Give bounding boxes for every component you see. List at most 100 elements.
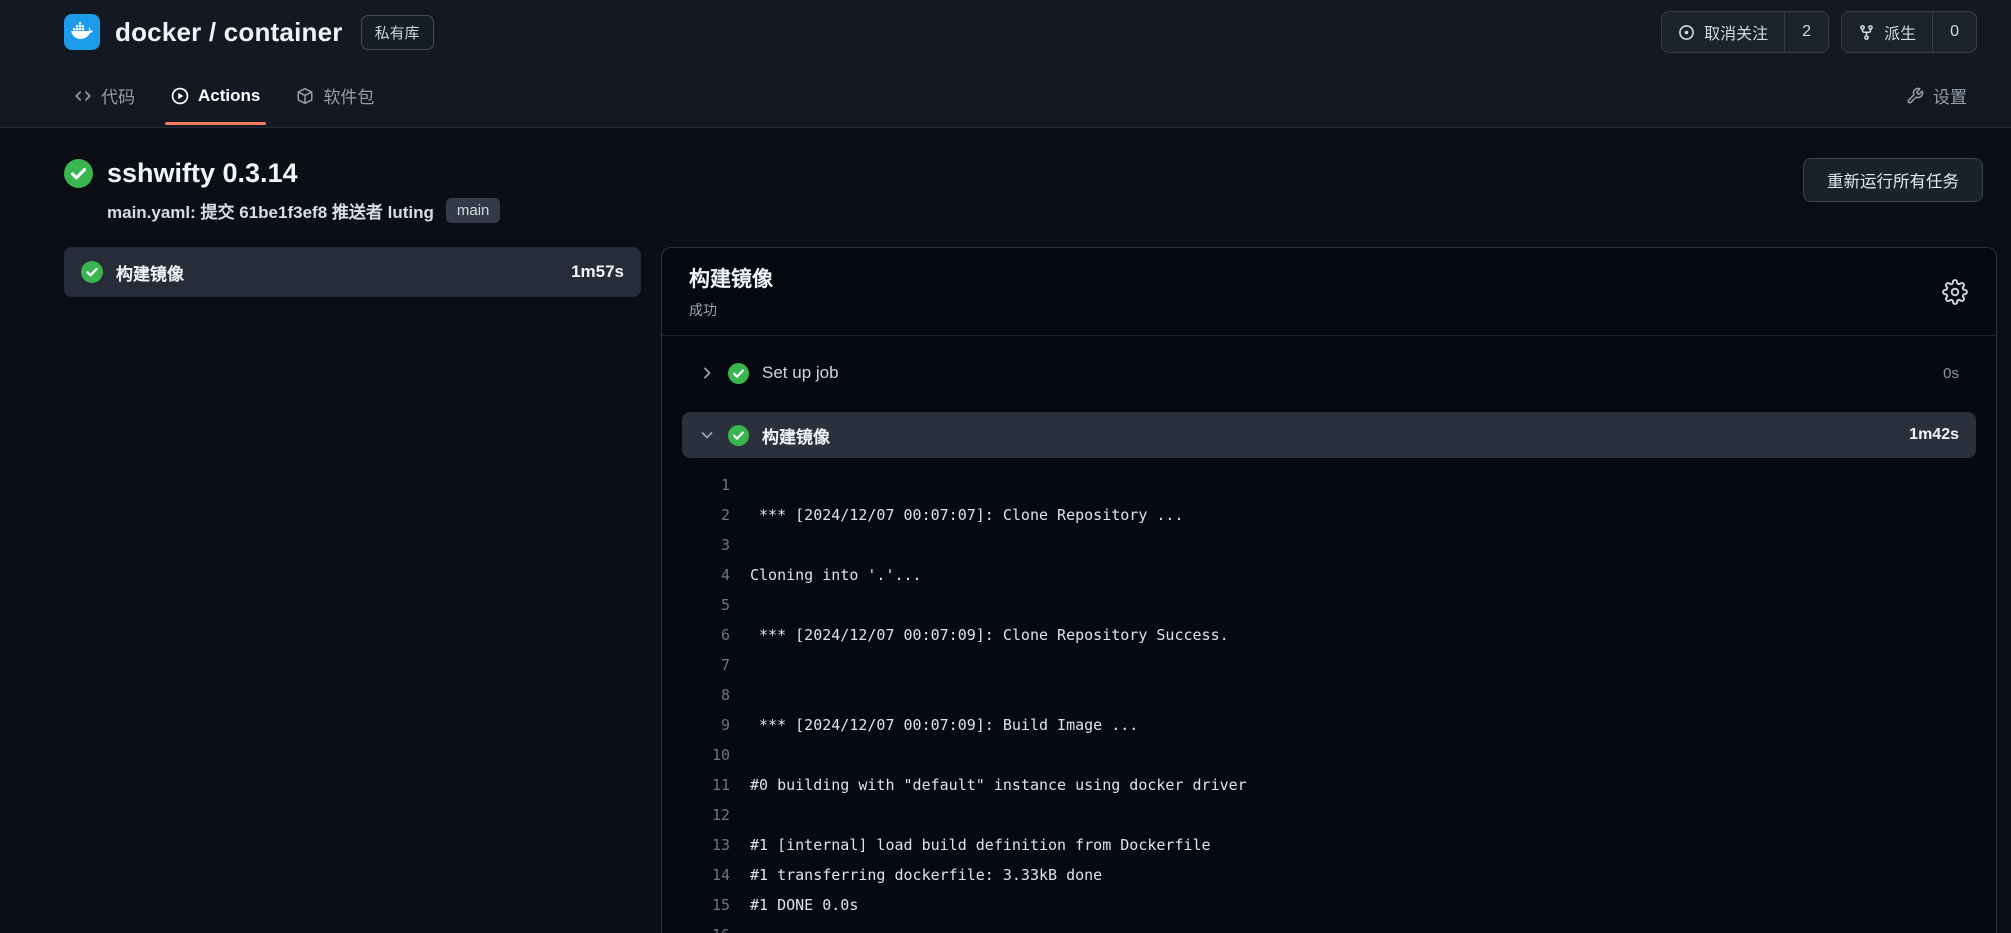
log-line-number[interactable]: 10 bbox=[662, 746, 742, 764]
tabbar-spacer bbox=[400, 64, 1896, 127]
play-circle-icon bbox=[171, 87, 189, 105]
job-detail-panel: 构建镜像 成功 Set up job 0s bbox=[661, 247, 1997, 933]
tab-packages[interactable]: 软件包 bbox=[286, 64, 384, 127]
log-line: 2 *** [2024/12/07 00:07:07]: Clone Repos… bbox=[662, 500, 1996, 530]
log-line-number[interactable]: 15 bbox=[662, 896, 742, 914]
log-settings-button[interactable] bbox=[1941, 278, 1969, 306]
commit-text: main.yaml: 提交 61be1f3ef8 推送者 luting bbox=[107, 198, 434, 223]
tab-actions[interactable]: Actions bbox=[161, 64, 270, 127]
fork-count[interactable]: 0 bbox=[1932, 12, 1976, 52]
run-header-left: sshwifty 0.3.14 main.yaml: 提交 61be1f3ef8… bbox=[64, 158, 500, 223]
log-line: 11 #0 building with "default" instance u… bbox=[662, 770, 1996, 800]
panel-header: 构建镜像 成功 bbox=[662, 248, 1996, 336]
code-icon bbox=[74, 87, 92, 105]
log-line-text: *** [2024/12/07 00:07:09]: Build Image .… bbox=[742, 716, 1138, 734]
rerun-all-button[interactable]: 重新运行所有任务 bbox=[1803, 158, 1983, 202]
log-line-number[interactable]: 11 bbox=[662, 776, 742, 794]
navbar: docker / container 私有库 取消关注 2 派生 bbox=[0, 0, 2011, 64]
log-line-number[interactable]: 3 bbox=[662, 536, 742, 554]
visibility-badge: 私有库 bbox=[361, 15, 434, 50]
job-name: 构建镜像 bbox=[116, 260, 184, 285]
log-line-number[interactable]: 6 bbox=[662, 626, 742, 644]
log-line-number[interactable]: 14 bbox=[662, 866, 742, 884]
log-line: 12 bbox=[662, 800, 1996, 830]
fork-button[interactable]: 派生 0 bbox=[1841, 11, 1977, 53]
step-success-check-icon bbox=[728, 363, 749, 384]
job-list: 构建镜像 1m57s bbox=[64, 247, 641, 297]
log-line: 8 bbox=[662, 680, 1996, 710]
tab-settings-label: 设置 bbox=[1933, 83, 1967, 108]
fork-label: 派生 bbox=[1884, 20, 1916, 44]
log-line-number[interactable]: 8 bbox=[662, 686, 742, 704]
package-icon bbox=[296, 87, 314, 105]
log-line-text: #0 building with "default" instance usin… bbox=[742, 776, 1247, 794]
log-line: 10 bbox=[662, 740, 1996, 770]
tab-code[interactable]: 代码 bbox=[64, 64, 145, 127]
step-list: Set up job 0s 构建镜像 1m42s bbox=[662, 336, 1996, 458]
repo-avatar[interactable] bbox=[64, 14, 100, 50]
watch-count[interactable]: 2 bbox=[1784, 12, 1828, 52]
log-line: 9 *** [2024/12/07 00:07:09]: Build Image… bbox=[662, 710, 1996, 740]
log-line-number[interactable]: 4 bbox=[662, 566, 742, 584]
log-line-text: #1 [internal] load build definition from… bbox=[742, 836, 1211, 854]
log-line-text: Cloning into '.'... bbox=[742, 566, 922, 584]
success-check-icon bbox=[64, 159, 93, 188]
tab-settings[interactable]: 设置 bbox=[1896, 64, 1977, 127]
run-title: sshwifty 0.3.14 bbox=[107, 158, 298, 189]
log-line: 6 *** [2024/12/07 00:07:09]: Clone Repos… bbox=[662, 620, 1996, 650]
log-line: 14 #1 transferring dockerfile: 3.33kB do… bbox=[662, 860, 1996, 890]
log-line-number[interactable]: 12 bbox=[662, 806, 742, 824]
step-build-image[interactable]: 构建镜像 1m42s bbox=[682, 412, 1976, 458]
tab-packages-label: 软件包 bbox=[323, 83, 374, 108]
wrench-icon bbox=[1906, 87, 1924, 105]
log-line-text: #1 DONE 0.0s bbox=[742, 896, 858, 914]
fork-label-segment[interactable]: 派生 bbox=[1842, 12, 1932, 52]
step-duration: 0s bbox=[1943, 365, 1959, 382]
log-line-number[interactable]: 5 bbox=[662, 596, 742, 614]
step-name: Set up job bbox=[762, 363, 839, 383]
log-line-text: *** [2024/12/07 00:07:09]: Clone Reposit… bbox=[742, 626, 1229, 644]
chevron-down-icon bbox=[699, 427, 715, 443]
gear-icon bbox=[1942, 279, 1968, 305]
log-line-number[interactable]: 1 bbox=[662, 476, 742, 494]
branch-badge[interactable]: main bbox=[446, 198, 501, 223]
docker-logo-icon bbox=[70, 20, 94, 44]
log-line: 7 bbox=[662, 650, 1996, 680]
watch-label-segment[interactable]: 取消关注 bbox=[1662, 12, 1784, 52]
step-setup-job[interactable]: Set up job 0s bbox=[682, 350, 1976, 396]
watch-button[interactable]: 取消关注 2 bbox=[1661, 11, 1829, 53]
log-line: 16 bbox=[662, 920, 1996, 933]
site-header: docker / container 私有库 取消关注 2 派生 bbox=[0, 0, 2011, 128]
log-line-number[interactable]: 16 bbox=[662, 926, 742, 933]
log-line: 5 bbox=[662, 590, 1996, 620]
log-lines: 1 2 *** [2024/12/07 00:07:07]: Clone Rep… bbox=[662, 458, 1996, 933]
panel-status: 成功 bbox=[689, 300, 773, 320]
log-line-number[interactable]: 13 bbox=[662, 836, 742, 854]
repo-title[interactable]: docker / container bbox=[115, 17, 343, 48]
log-line: 13 #1 [internal] load build definition f… bbox=[662, 830, 1996, 860]
log-line: 3 bbox=[662, 530, 1996, 560]
eye-icon bbox=[1678, 24, 1695, 41]
step-duration: 1m42s bbox=[1909, 426, 1959, 444]
run-header: sshwifty 0.3.14 main.yaml: 提交 61be1f3ef8… bbox=[0, 128, 2011, 223]
log-line-number[interactable]: 2 bbox=[662, 506, 742, 524]
chevron-right-icon bbox=[699, 365, 715, 381]
nav-actions: 取消关注 2 派生 0 bbox=[1661, 11, 1977, 53]
run-content: 构建镜像 1m57s 构建镜像 成功 bbox=[64, 247, 1997, 933]
panel-title: 构建镜像 bbox=[689, 263, 773, 293]
step-name: 构建镜像 bbox=[762, 423, 830, 448]
log-line: 15 #1 DONE 0.0s bbox=[662, 890, 1996, 920]
tab-actions-label: Actions bbox=[198, 86, 260, 106]
fork-icon bbox=[1858, 24, 1875, 41]
watch-label: 取消关注 bbox=[1704, 20, 1768, 44]
log-line: 4 Cloning into '.'... bbox=[662, 560, 1996, 590]
log-line-number[interactable]: 9 bbox=[662, 716, 742, 734]
job-item[interactable]: 构建镜像 1m57s bbox=[64, 247, 641, 297]
job-success-check-icon bbox=[81, 261, 103, 283]
tab-code-label: 代码 bbox=[101, 83, 135, 108]
log-line-text: *** [2024/12/07 00:07:07]: Clone Reposit… bbox=[742, 506, 1183, 524]
log-line-number[interactable]: 7 bbox=[662, 656, 742, 674]
log-line: 1 bbox=[662, 470, 1996, 500]
log-line-text: #1 transferring dockerfile: 3.33kB done bbox=[742, 866, 1102, 884]
run-commit-line: main.yaml: 提交 61be1f3ef8 推送者 luting main bbox=[107, 198, 500, 223]
